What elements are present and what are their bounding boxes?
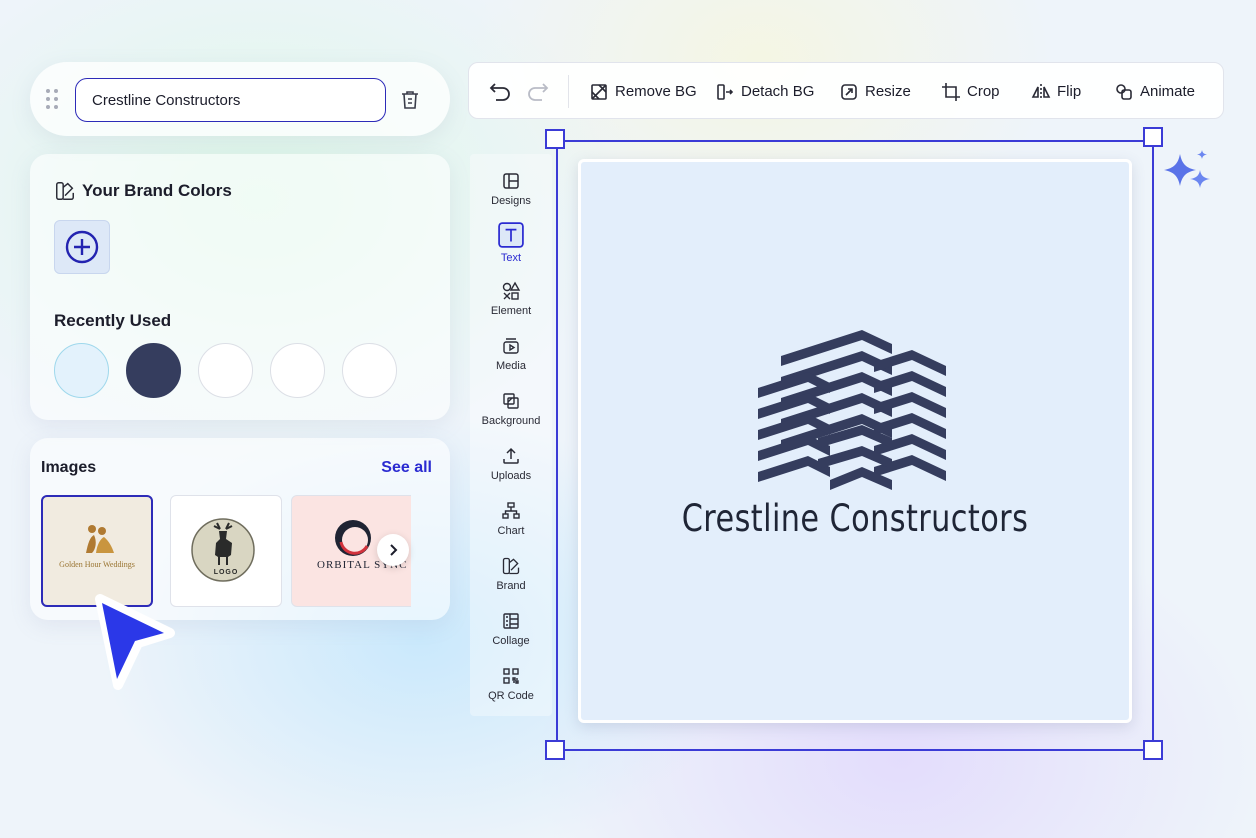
resize-label: Resize [865, 83, 911, 100]
resize-handle-top-right[interactable] [1143, 127, 1163, 147]
color-swatch[interactable] [270, 343, 325, 398]
tool-rail: Designs Text Element Media Background Up… [470, 154, 552, 716]
add-brand-color-button[interactable] [54, 220, 110, 274]
remove-bg-button[interactable]: Remove BG [589, 63, 697, 120]
rail-item-brand[interactable]: Brand [470, 556, 552, 604]
animate-button[interactable]: Animate [1114, 63, 1195, 120]
project-name-bar [30, 62, 450, 136]
detach-bg-button[interactable]: Detach BG [715, 63, 814, 120]
crop-icon [942, 82, 960, 101]
undo-icon[interactable] [488, 80, 512, 102]
recent-swatches [54, 343, 397, 398]
rail-item-text[interactable]: Text [470, 222, 552, 270]
plus-circle-icon [65, 230, 99, 264]
rail-label: Background [481, 415, 541, 427]
rail-item-background[interactable]: Background [470, 391, 552, 439]
rail-label: Designs [491, 195, 531, 207]
resize-handle-bottom-right[interactable] [1143, 740, 1163, 760]
sparkles-icon [1164, 150, 1210, 188]
color-swatch[interactable] [126, 343, 181, 398]
color-swatch[interactable] [54, 343, 109, 398]
recently-used-heading: Recently Used [54, 311, 172, 330]
rail-item-collage[interactable]: Collage [470, 611, 552, 659]
rail-label: Brand [496, 580, 526, 592]
brand-colors-title: Your Brand Colors [82, 181, 232, 200]
brand-palette-icon [56, 182, 74, 200]
crop-label: Crop [967, 83, 1000, 100]
thumb-label: LOGO [213, 569, 239, 576]
rail-label: Text [500, 252, 522, 264]
crop-button[interactable]: Crop [941, 63, 1000, 120]
images-next-button[interactable] [377, 534, 409, 566]
background-icon [503, 393, 519, 409]
wedding-couple-logo-icon [86, 525, 114, 553]
images-heading: Images [41, 459, 97, 476]
resize-button[interactable]: Resize [839, 63, 911, 120]
thumb-label: Golden Hour Weddings [59, 560, 135, 569]
shapes-icon [502, 281, 521, 300]
rail-label: QR Code [488, 690, 534, 702]
resize-icon [841, 83, 857, 100]
text-icon [498, 222, 524, 248]
rail-label: Media [496, 360, 526, 372]
upload-icon [503, 447, 519, 464]
color-swatch[interactable] [198, 343, 253, 398]
rail-label: Collage [492, 635, 530, 647]
chevron-right-icon [390, 544, 398, 556]
brand-icon [502, 557, 520, 575]
selection-frame[interactable] [556, 140, 1154, 751]
redo-icon[interactable] [526, 80, 550, 102]
orbital-logo-icon [335, 520, 371, 556]
brand-colors-heading: Your Brand Colors [54, 180, 232, 202]
flip-button[interactable]: Flip [1031, 63, 1081, 120]
remove-bg-icon [591, 83, 607, 100]
media-icon [503, 338, 519, 354]
see-all-link[interactable]: See all [381, 459, 432, 477]
editor-toolbar: Remove BG Detach BG Resize Crop Flip Ani… [468, 62, 1224, 119]
rail-item-designs[interactable]: Designs [470, 171, 552, 219]
qr-code-icon [503, 668, 519, 684]
image-thumbnails: Golden Hour Weddings LOGO ORBITAL SYNC [41, 495, 411, 607]
drag-handle-icon[interactable] [46, 89, 60, 109]
rail-item-media[interactable]: Media [470, 336, 552, 384]
rail-label: Uploads [490, 470, 532, 482]
remove-bg-label: Remove BG [615, 83, 697, 100]
resize-handle-bottom-left[interactable] [545, 740, 565, 760]
collage-icon [503, 613, 519, 629]
flip-icon [1031, 83, 1051, 100]
animate-icon [1116, 83, 1132, 100]
image-thumb-deer-logo[interactable]: LOGO [170, 495, 282, 607]
chart-icon [502, 502, 520, 519]
animate-label: Animate [1140, 83, 1196, 100]
trash-icon[interactable] [398, 88, 422, 112]
toolbar-divider [568, 75, 569, 108]
color-swatch[interactable] [342, 343, 397, 398]
brand-colors-panel: Your Brand Colors Recently Used [30, 154, 450, 420]
rail-item-chart[interactable]: Chart [470, 501, 552, 549]
flip-label: Flip [1057, 83, 1082, 100]
rail-item-uploads[interactable]: Uploads [470, 446, 552, 494]
project-name-input[interactable] [75, 78, 386, 122]
layout-icon [503, 173, 519, 189]
resize-handle-top-left[interactable] [545, 129, 565, 149]
detach-bg-icon [717, 83, 734, 100]
detach-bg-label: Detach BG [741, 83, 815, 100]
rail-label: Element [490, 305, 532, 317]
rail-item-element[interactable]: Element [470, 281, 552, 329]
rail-label: Chart [497, 525, 525, 537]
pointer-cursor-icon [95, 594, 175, 690]
rail-item-qr-code[interactable]: QR Code [470, 666, 552, 714]
image-thumb-golden-hour[interactable]: Golden Hour Weddings [41, 495, 153, 607]
